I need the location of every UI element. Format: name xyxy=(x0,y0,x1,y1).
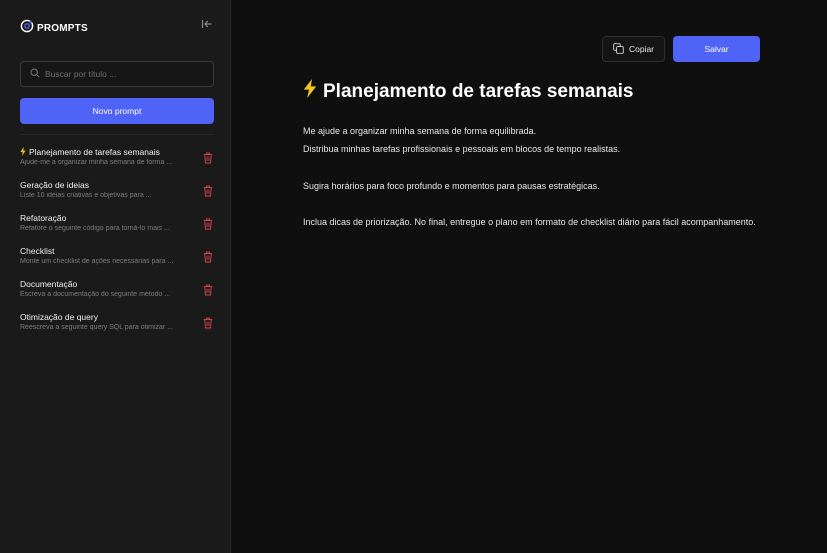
prompt-item-desc: Escreva a documentação do seguinte métod… xyxy=(20,291,171,298)
copy-button[interactable]: Copiar xyxy=(602,36,665,62)
prompt-line: Me ajude a organizar minha semana de for… xyxy=(303,126,537,136)
prompt-line xyxy=(303,195,773,213)
prompt-item-title-text: Planejamento de tarefas semanais xyxy=(29,147,160,157)
save-button[interactable]: Salvar xyxy=(673,36,760,62)
trash-icon[interactable] xyxy=(203,250,213,263)
prompt-item-desc: Monte um checklist de ações necessárias … xyxy=(20,258,174,265)
logo: PROMPTS xyxy=(20,19,88,38)
prompt-line: Distribua minhas tarefas profissionais e… xyxy=(303,144,621,155)
prompt-list: Planejamento de tarefas semanais Ajude-m… xyxy=(0,144,231,342)
prompt-item-title: Planejamento de tarefas semanais xyxy=(20,147,160,158)
trash-icon[interactable] xyxy=(203,217,213,230)
prompt-body[interactable]: Me ajude a organizar minha semana de for… xyxy=(303,122,773,232)
prompt-item-refatoracao[interactable]: Refatoração Refatore o seguinte código p… xyxy=(0,210,231,243)
prompt-item-title: Checklist xyxy=(20,246,55,256)
sidebar-divider xyxy=(20,134,214,135)
prompt-item-title: Refatoração xyxy=(20,213,67,223)
prompt-item-desc: Refatore o seguinte código para torná-lo… xyxy=(20,225,170,232)
search-box[interactable] xyxy=(20,61,214,87)
new-prompt-button[interactable]: Novo prompt xyxy=(20,98,214,124)
prompt-item-title: Geração de ideias xyxy=(20,180,89,190)
prompt-item-desc: Ajude-me a organizar minha semana de for… xyxy=(20,159,173,166)
trash-icon[interactable] xyxy=(203,283,213,296)
prompt-item-desc: Reescreva a seguinte query SQL para otim… xyxy=(20,324,174,331)
copy-label: Copiar xyxy=(628,44,655,54)
prompt-line: Sugira horários para foco profundo e mom… xyxy=(303,180,600,191)
copy-icon xyxy=(613,42,624,56)
trash-icon[interactable] xyxy=(203,151,213,164)
prompt-line: Inclua dicas de priorização. No final, e… xyxy=(303,217,756,228)
trash-icon[interactable] xyxy=(203,316,213,329)
editor-panel: Copiar Salvar Planejamento de tarefas se… xyxy=(231,0,827,553)
search-input[interactable] xyxy=(45,69,205,79)
collapse-sidebar-icon xyxy=(201,17,213,35)
logo-icon xyxy=(20,19,34,38)
prompt-item-planejamento[interactable]: Planejamento de tarefas semanais Ajude-m… xyxy=(0,144,231,177)
prompt-item-documentacao[interactable]: Documentação Escreva a documentação do s… xyxy=(0,276,231,309)
sidebar: PROMPTS Novo prompt xyxy=(0,0,231,553)
prompt-title[interactable]: Planejamento de tarefas semanais xyxy=(303,79,633,104)
prompt-item-geracao[interactable]: Geração de ideias Liste 10 ideias criati… xyxy=(0,177,231,210)
prompt-line xyxy=(303,159,773,177)
trash-icon[interactable] xyxy=(203,184,213,197)
prompt-title-text: Planejamento de tarefas semanais xyxy=(323,80,634,102)
prompt-item-otimizacao[interactable]: Otimização de query Reescreva a seguinte… xyxy=(0,309,231,342)
prompt-item-title: Otimização de query xyxy=(20,312,98,322)
app: PROMPTS Novo prompt xyxy=(0,0,827,553)
collapse-sidebar-button[interactable] xyxy=(200,19,214,33)
logo-text: PROMPTS xyxy=(37,23,88,34)
prompt-item-checklist[interactable]: Checklist Monte um checklist de ações ne… xyxy=(0,243,231,276)
prompt-item-title: Documentação xyxy=(20,279,78,289)
prompt-item-desc: Liste 10 ideias criativas e objetivas pa… xyxy=(20,192,152,199)
lightning-icon xyxy=(303,79,317,104)
lightning-icon xyxy=(20,147,26,158)
search-icon xyxy=(30,65,40,83)
